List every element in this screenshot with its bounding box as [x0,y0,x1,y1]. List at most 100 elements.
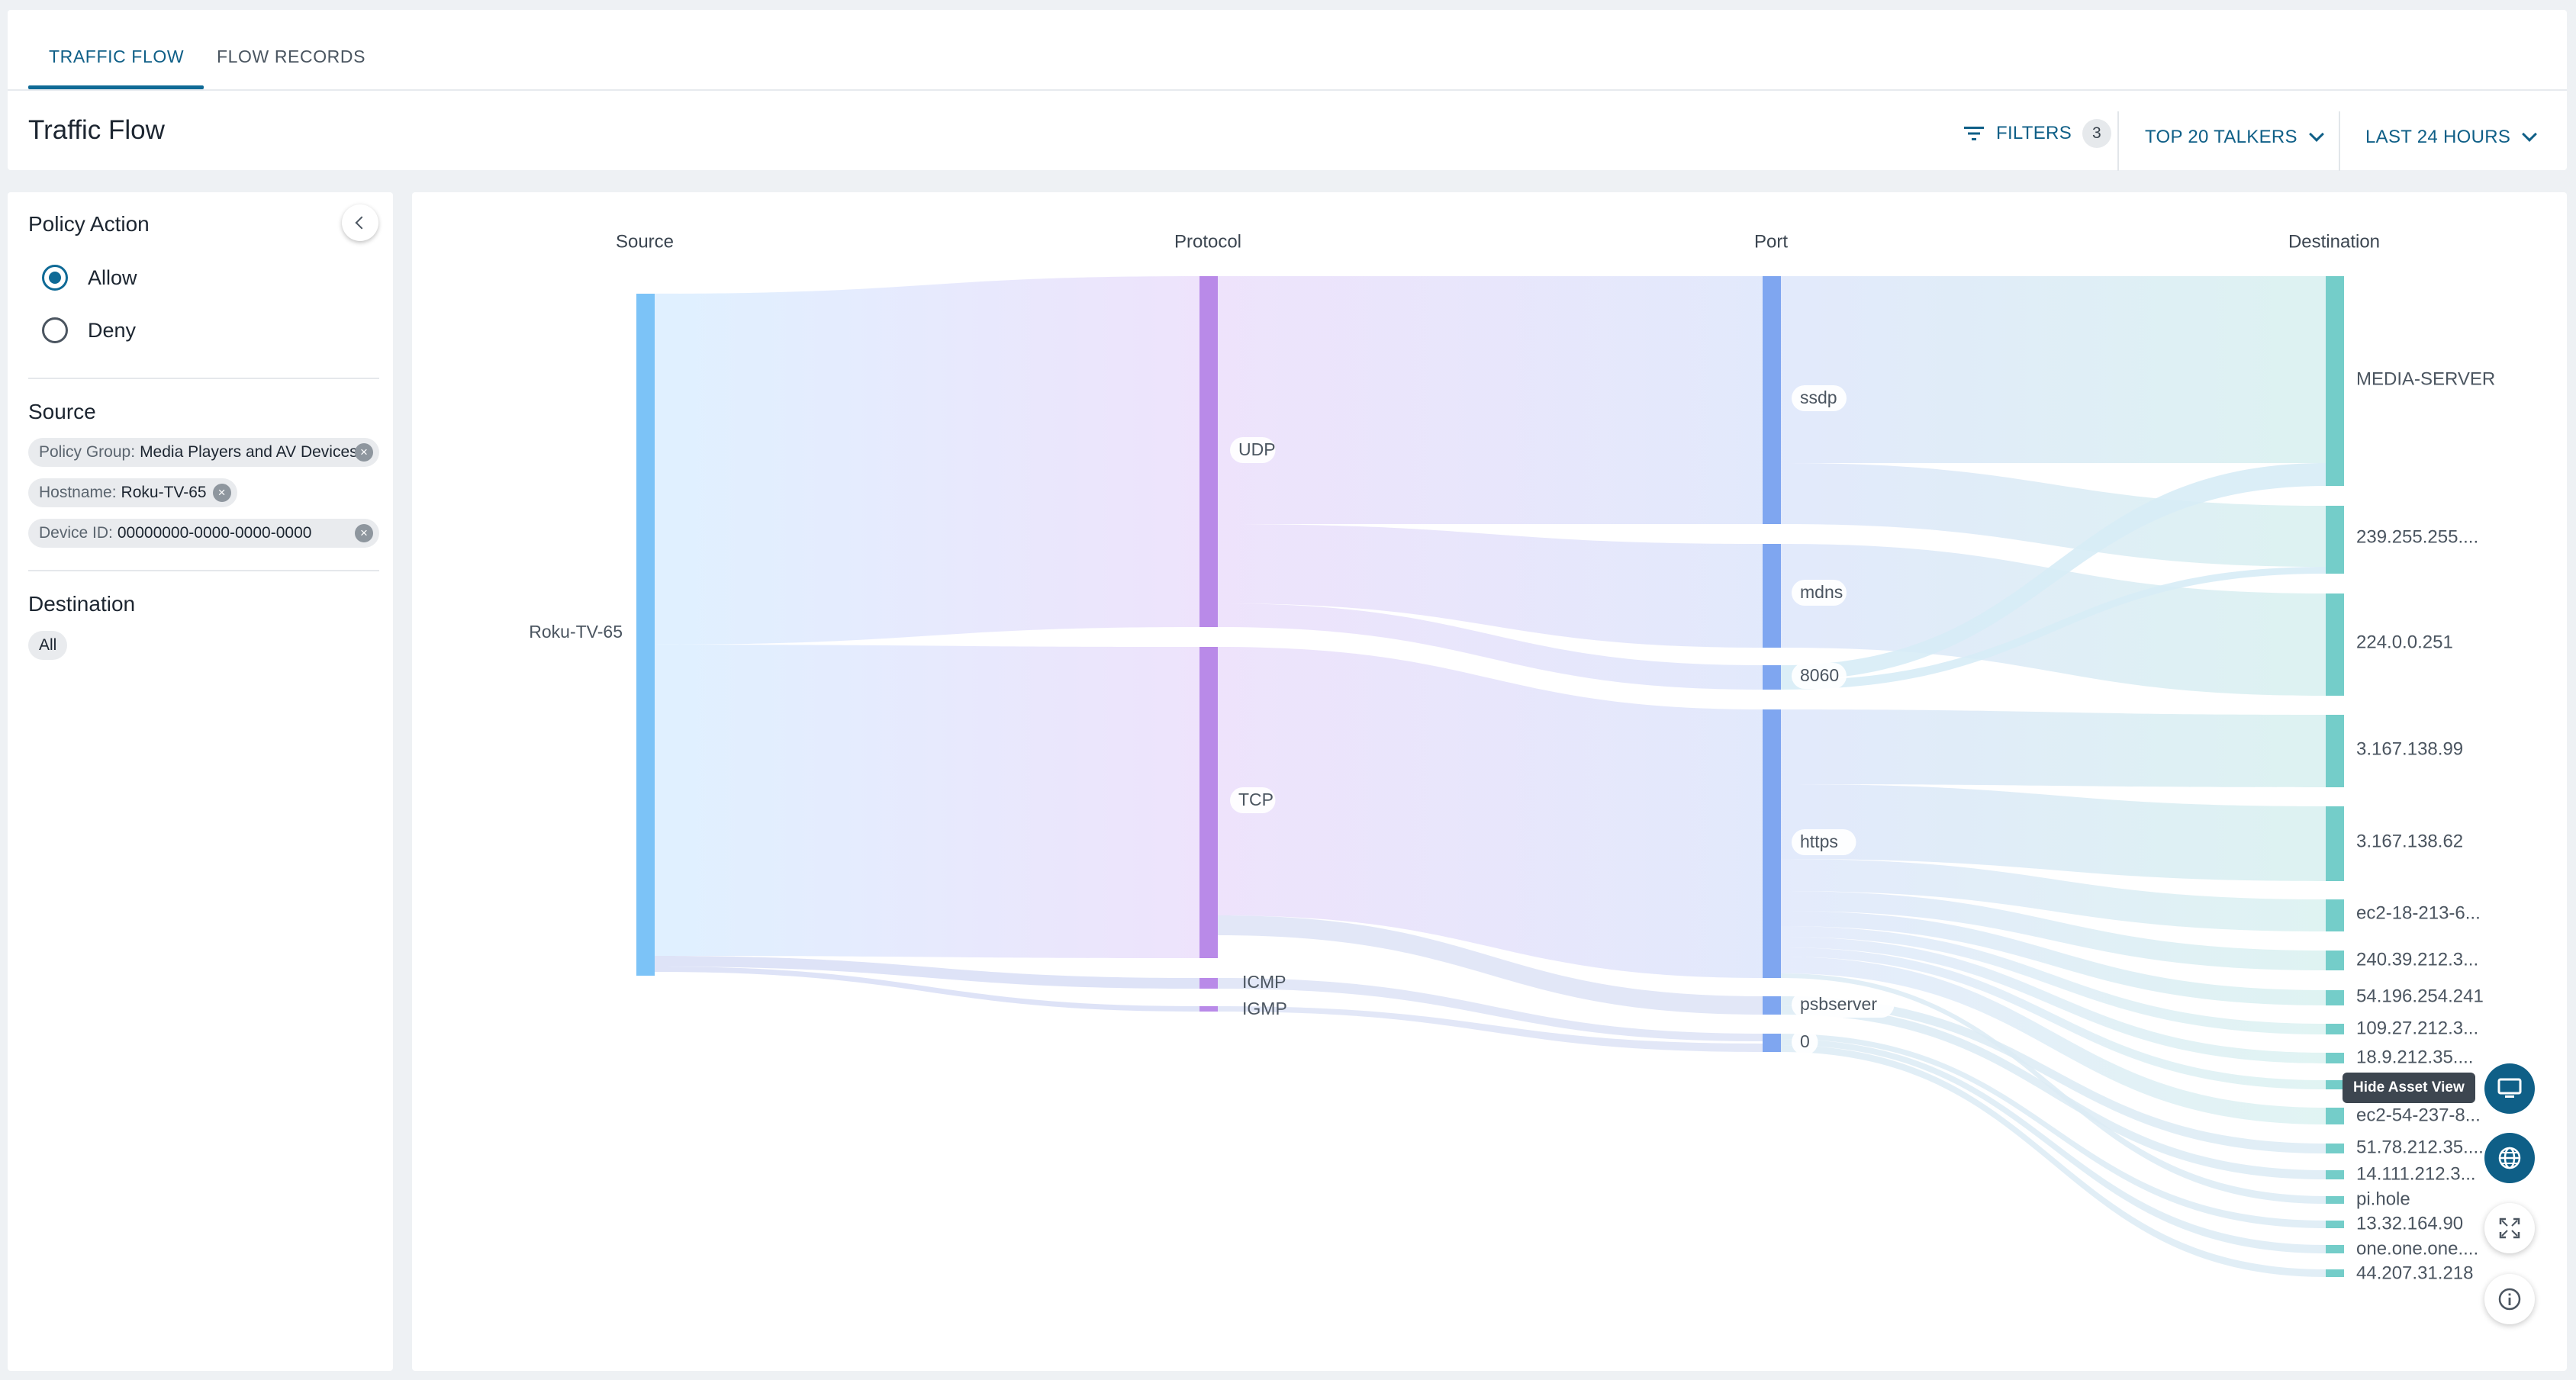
chip-value: 00000000-0000-0000-0000 [117,524,312,542]
asset-view-button[interactable] [2484,1063,2535,1114]
sankey-node-tcp[interactable] [1199,647,1218,958]
section-divider [28,378,379,379]
sankey-node-dest-18-9-212-35[interactable] [2326,1053,2344,1063]
fullscreen-button[interactable] [2484,1203,2535,1253]
tab-traffic-flow[interactable]: TRAFFIC FLOW [49,47,184,67]
filter-chip-device-id: Device ID: 00000000-0000-0000-0000 × [28,519,379,548]
sankey-node-port-https[interactable] [1763,709,1781,978]
chip-value: All [39,636,57,654]
link-ssdp-media-server [1781,276,2326,463]
page-title: Traffic Flow [28,115,165,145]
sankey-node-dest-ec2-18-213-6[interactable] [2326,899,2344,931]
tab-flow-records[interactable]: FLOW RECORDS [217,47,365,67]
sankey-node-dest-media-server[interactable] [2326,276,2344,486]
sankey-node-roku-tv-65[interactable] [636,294,655,976]
sankey-node-dest-51-78-212-35[interactable] [2326,1144,2344,1153]
remove-chip-icon[interactable]: × [212,484,231,502]
destination-label-ec2-54-237-8: ec2-54-237-8... [2356,1105,2481,1125]
filter-chip-hostname: Hostname: Roku-TV-65 × [28,478,237,507]
sankey-node-dest-pi-hole[interactable] [2326,1196,2344,1204]
chip-key: Device ID: [39,524,113,542]
sankey-node-udp[interactable] [1199,276,1218,627]
sankey-node-dest-44-207-31-218[interactable] [2326,1269,2344,1277]
sankey-node-dest-3-167-138-62[interactable] [2326,806,2344,881]
hide-asset-view-tooltip: Hide Asset View [2343,1073,2475,1103]
sankey-node-port-ssdp[interactable] [1763,276,1781,524]
destination-label-14-111-212-3: 14.111.212.3... [2356,1163,2476,1184]
source-label: Roku-TV-65 [529,622,623,642]
sankey-node-dest-54-196-254-241[interactable] [2326,990,2344,1005]
filters-button[interactable]: FILTERS 3 [1963,119,2112,148]
destination-label-pi-hole: pi.hole [2356,1189,2410,1209]
radio-label: Allow [88,265,137,289]
collapse-panel-button[interactable] [342,204,378,241]
radio-allow[interactable]: Allow [42,265,137,291]
sankey-node-dest-ec2-54-237-8[interactable] [2326,1108,2344,1124]
tab-bar: TRAFFIC FLOW FLOW RECORDS [8,10,2567,91]
sankey-node-dest-239-255-255[interactable] [2326,506,2344,574]
sankey-node-dest-3-167-138-99[interactable] [2326,715,2344,787]
section-divider [28,570,379,571]
destination-label-109-27-212-3: 109.27.212.3... [2356,1018,2478,1038]
filter-icon [1964,127,1984,140]
filters-label: FILTERS [1996,123,2072,143]
filter-chip-policy-group: Policy Group: Media Players and AV Devic… [28,438,379,467]
destination-title: Destination [28,592,136,616]
destination-label-one-one-one: one.one.one.... [2356,1238,2478,1259]
sankey-node-icmp[interactable] [1199,978,1218,989]
port-label-0: 0 [1800,1031,1810,1051]
sankey-node-igmp[interactable] [1199,1006,1218,1012]
sankey-links [655,276,2326,1277]
chevron-down-icon [2308,127,2324,142]
sankey-node-port-8060[interactable] [1763,665,1781,690]
chip-key: Policy Group: [39,443,136,461]
port-label-ssdp: ssdp [1800,388,1837,407]
sankey-node-port-0[interactable] [1763,1034,1781,1052]
traffic-flow-sankey-panel: Source Protocol Port Destination Roku-TV-65 U… [412,192,2567,1371]
globe-view-button[interactable] [2484,1133,2535,1183]
chip-value: Media Players and AV Devices [140,443,358,461]
destination-label-224-0-0-251: 224.0.0.251 [2356,632,2453,652]
filters-count-badge: 3 [2082,119,2112,148]
remove-chip-icon[interactable]: × [355,524,373,542]
chip-value: Roku-TV-65 [121,484,207,501]
sankey-node-dest-240-39-212-3[interactable] [2326,951,2344,970]
policy-action-title: Policy Action [28,212,150,236]
radio-button-checked-icon [42,265,68,291]
info-button[interactable] [2484,1274,2535,1324]
filter-chip-destination-all[interactable]: All [28,631,68,660]
destination-label-13-32-164-90: 13.32.164.90 [2356,1213,2463,1234]
radio-deny[interactable]: Deny [42,317,136,343]
active-tab-indicator [28,85,204,89]
destination-label-240-39-212-3: 240.39.212.3... [2356,949,2478,970]
link-source-udp [655,276,1199,645]
info-icon [2498,1288,2521,1311]
link-https-3-167-138-99 [1781,709,2326,787]
sankey-diagram: Source Protocol Port Destination Roku-TV-65 U… [529,231,2495,1283]
link-udp-ssdp [1218,276,1763,524]
destination-label-3-167-138-62: 3.167.138.62 [2356,831,2463,851]
top-talkers-dropdown[interactable]: TOP 20 TALKERS [2145,127,2324,148]
time-range-dropdown[interactable]: LAST 24 HOURS [2365,127,2538,148]
destination-label-media-server: MEDIA-SERVER [2356,368,2495,389]
sankey-node-port-mdns[interactable] [1763,544,1781,648]
chip-key: Hostname: [39,484,117,501]
protocol-label-tcp: TCP [1238,790,1274,809]
time-range-label: LAST 24 HOURS [2365,127,2511,147]
destination-label-3-167-138-99: 3.167.138.99 [2356,738,2463,759]
sankey-node-dest-ec2-3[interactable] [2326,1080,2344,1089]
destination-label-18-9-212-35: 18.9.212.35.... [2356,1047,2473,1067]
remove-chip-icon[interactable]: × [355,443,373,462]
destination-label-54-196-254-241: 54.196.254.241 [2356,986,2484,1006]
sankey-node-dest-14-111-212-3[interactable] [2326,1170,2344,1179]
sankey-node-dest-one-one-one[interactable] [2326,1245,2344,1253]
sankey-node-dest-224-0-0-251[interactable] [2326,593,2344,696]
globe-icon [2498,1147,2521,1169]
sankey-node-port-psbserver[interactable] [1763,996,1781,1015]
destination-label-239-255-255: 239.255.255.... [2356,526,2478,547]
expand-icon [2499,1218,2520,1239]
sankey-node-dest-109-27-212-3[interactable] [2326,1024,2344,1034]
sankey-node-dest-13-32-164-90[interactable] [2326,1221,2344,1228]
monitor-icon [2497,1078,2522,1098]
port-label-8060: 8060 [1800,665,1839,685]
